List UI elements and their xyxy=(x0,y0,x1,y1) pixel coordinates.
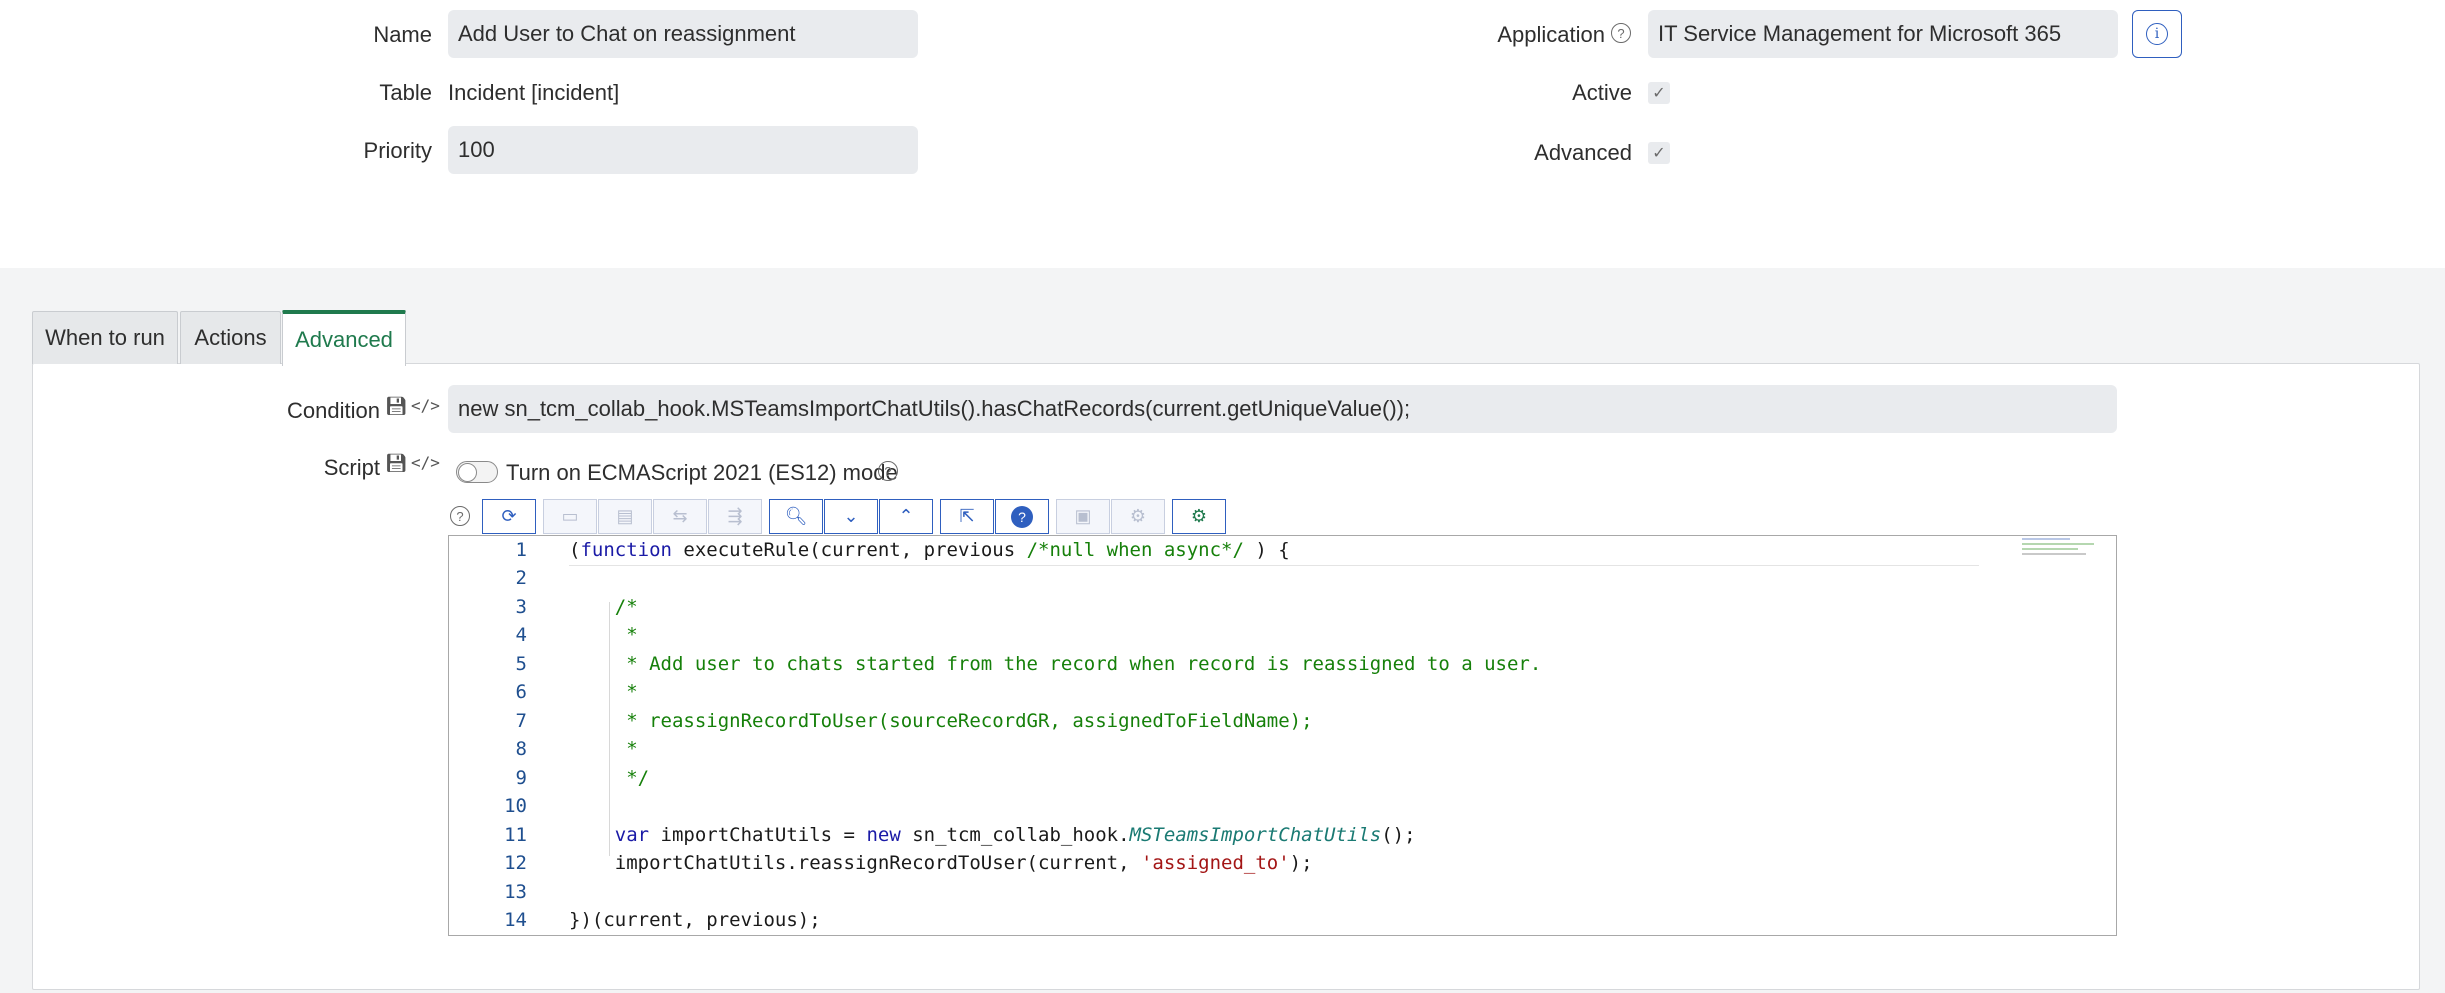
name-label: Name xyxy=(373,22,432,47)
es-mode-help-icon[interactable]: ? xyxy=(878,461,898,481)
tab-when-to-run[interactable]: When to run xyxy=(32,311,178,364)
tab-advanced[interactable]: Advanced xyxy=(282,310,406,366)
syntax-check-icon[interactable]: ⚙ xyxy=(1172,499,1226,534)
find-previous-icon[interactable]: ⌃ xyxy=(879,499,933,534)
comment-icon: ▭ xyxy=(543,499,597,534)
code-line: * xyxy=(569,681,638,703)
code-line: })(current, previous); xyxy=(569,909,821,931)
es-mode-toggle[interactable] xyxy=(456,461,498,483)
table-label: Table xyxy=(379,80,432,105)
line-number: 11 xyxy=(504,824,527,846)
line-number: 10 xyxy=(504,795,527,817)
line-number-gutter: 1 2 3 4 5 6 7 8 9 10 11 12 13 14 xyxy=(449,536,539,935)
checkmark-icon: ✓ xyxy=(1652,145,1666,162)
fullscreen-icon[interactable]: ⇱ xyxy=(940,499,994,534)
find-replace-icon: ⇆ xyxy=(653,499,707,534)
line-number: 13 xyxy=(504,881,527,903)
table-value: Incident [incident] xyxy=(448,80,620,105)
tab-actions[interactable]: Actions xyxy=(180,311,281,364)
code-minimap xyxy=(2022,538,2102,574)
line-number: 12 xyxy=(504,852,527,874)
code-line: /* xyxy=(569,596,638,618)
name-field[interactable] xyxy=(448,10,918,58)
script-label: Script xyxy=(323,455,380,480)
script-debugger-icon: ⚙ xyxy=(1111,499,1165,534)
condition-label: Condition xyxy=(287,398,380,423)
line-number: 2 xyxy=(515,567,527,589)
save-icon: ▣ xyxy=(1056,499,1110,534)
application-help-icon[interactable]: ? xyxy=(1611,23,1631,43)
replace-all-icon: ⇶ xyxy=(708,499,762,534)
advanced-checkbox[interactable]: ✓ xyxy=(1648,142,1670,164)
search-icon[interactable]: 🔍︎ xyxy=(769,499,823,534)
code-line: */ xyxy=(569,767,650,789)
active-checkbox[interactable]: ✓ xyxy=(1648,82,1670,104)
info-icon: i xyxy=(2146,23,2168,45)
checkmark-icon: ✓ xyxy=(1652,85,1666,102)
save-icon[interactable]: 💾︎ xyxy=(385,396,408,417)
active-label: Active xyxy=(1572,80,1632,105)
condition-field[interactable]: new sn_tcm_collab_hook.MSTeamsImportChat… xyxy=(448,385,2117,433)
line-number: 8 xyxy=(515,738,527,760)
line-number: 7 xyxy=(515,710,527,732)
code-line: * reassignRecordToUser(sourceRecordGR, a… xyxy=(569,710,1313,732)
code-icon[interactable]: </> xyxy=(411,396,440,415)
editor-help-icon[interactable]: ? xyxy=(450,506,470,526)
priority-label: Priority xyxy=(363,138,432,163)
format-code-icon[interactable]: ⟳ xyxy=(482,499,536,534)
save-icon[interactable]: 💾︎ xyxy=(385,453,408,474)
line-number: 3 xyxy=(515,596,527,618)
application-field[interactable] xyxy=(1648,10,2118,58)
code-line: var importChatUtils = new sn_tcm_collab_… xyxy=(614,824,1416,846)
find-next-icon[interactable]: ⌄ xyxy=(824,499,878,534)
line-number: 4 xyxy=(515,624,527,646)
code-line: * Add user to chats started from the rec… xyxy=(569,653,1542,675)
uncomment-icon: ▤ xyxy=(598,499,652,534)
code-line: * xyxy=(569,738,638,760)
code-line: (function executeRule(current, previous … xyxy=(569,539,1290,561)
application-info-button[interactable]: i xyxy=(2132,10,2182,58)
advanced-label: Advanced xyxy=(1534,140,1632,165)
line-number: 5 xyxy=(515,653,527,675)
code-icon[interactable]: </> xyxy=(411,453,440,472)
code-line: * xyxy=(569,624,638,646)
priority-field[interactable] xyxy=(448,126,918,174)
line-number: 9 xyxy=(515,767,527,789)
line-number: 1 xyxy=(515,539,527,561)
es-mode-label: Turn on ECMAScript 2021 (ES12) mode xyxy=(506,460,898,485)
line-number: 14 xyxy=(504,909,527,931)
line-number: 6 xyxy=(515,681,527,703)
help-icon[interactable]: ? xyxy=(995,499,1049,534)
script-editor[interactable]: 1 2 3 4 5 6 7 8 9 10 11 12 13 14 (functi… xyxy=(448,535,2117,936)
code-line: importChatUtils.reassignRecordToUser(cur… xyxy=(569,852,1313,874)
application-label: Application xyxy=(1497,22,1605,47)
